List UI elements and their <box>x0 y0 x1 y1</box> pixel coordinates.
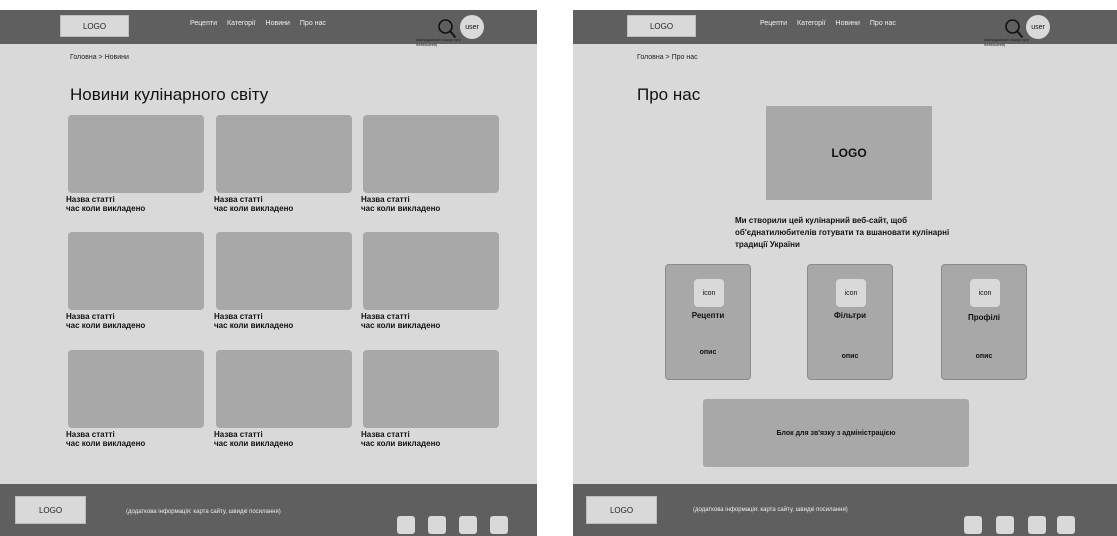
about-page-frame: LOGO Рецепти Категорії Новини Про нас us… <box>573 10 1117 536</box>
footer-info: (додаткова інформація: карта сайту, швид… <box>126 509 281 515</box>
footer: LOGO (додаткова інформація: карта сайту,… <box>0 484 537 536</box>
feature-desc: опис <box>975 353 993 360</box>
card-time: час коли викладено <box>66 321 146 330</box>
card-time: час коли викладено <box>214 321 294 330</box>
news-page-frame: LOGO Рецепти Категорії Новини Про нас us… <box>0 10 537 536</box>
card-title[interactable]: Назва статті <box>214 195 352 204</box>
card-title[interactable]: Назва статті <box>66 195 204 204</box>
card-title[interactable]: Назва статті <box>361 430 499 439</box>
nav-categories[interactable]: Категорії <box>227 20 256 27</box>
news-card[interactable]: Назва статті час коли викладено <box>66 232 204 330</box>
card-image[interactable] <box>68 232 204 310</box>
main-nav: Рецепти Категорії Новини Про нас <box>760 20 896 27</box>
feature-card-profiles[interactable]: icon Профілі опис <box>941 264 1027 380</box>
nav-about[interactable]: Про нас <box>300 20 326 27</box>
search-dropdown-note: (Випадаючий пошук при натисканні) <box>984 37 1029 47</box>
user-avatar[interactable]: user <box>460 15 484 39</box>
feature-desc: опис <box>841 353 859 360</box>
card-image[interactable] <box>363 232 499 310</box>
card-image[interactable] <box>68 115 204 193</box>
breadcrumb: Головна > Новини <box>70 54 129 61</box>
profiles-icon: icon <box>970 279 1000 307</box>
social-icon[interactable] <box>459 516 477 534</box>
header-logo[interactable]: LOGO <box>627 15 696 37</box>
news-card[interactable]: Назва статті час коли викладено <box>214 115 352 213</box>
main-nav: Рецепти Категорії Новини Про нас <box>190 20 326 27</box>
footer: LOGO (додаткова інформація: карта сайту,… <box>573 484 1117 536</box>
card-title[interactable]: Назва статті <box>361 312 499 321</box>
search-dropdown-note: (Випадаючий пошук при натисканні) <box>416 37 461 47</box>
card-title[interactable]: Назва статті <box>66 312 204 321</box>
page-title: Новини кулінарного світу <box>70 85 269 104</box>
footer-logo[interactable]: LOGO <box>15 496 86 524</box>
contact-admin-block[interactable]: Блок для зв'язку з адміністрацією <box>703 399 969 467</box>
feature-label: Фільтри <box>833 311 867 320</box>
news-card[interactable]: Назва статті час коли викладено <box>361 232 499 330</box>
card-time: час коли викладено <box>361 321 441 330</box>
filters-icon: icon <box>836 279 866 307</box>
nav-categories[interactable]: Категорії <box>797 20 826 27</box>
about-description: Ми створили цей кулінарний веб-сайт, щоб… <box>735 216 950 249</box>
nav-about[interactable]: Про нас <box>870 20 896 27</box>
card-image[interactable] <box>68 350 204 428</box>
news-card[interactable]: Назва статті час коли викладено <box>66 115 204 213</box>
card-image[interactable] <box>363 350 499 428</box>
card-title[interactable]: Назва статті <box>361 195 499 204</box>
card-image[interactable] <box>216 115 352 193</box>
nav-news[interactable]: Новини <box>836 20 860 27</box>
feature-label: Профілі <box>967 313 1001 322</box>
news-card[interactable]: Назва статті час коли викладено <box>214 232 352 330</box>
feature-card-filters[interactable]: icon Фільтри опис <box>807 264 893 380</box>
card-image[interactable] <box>216 350 352 428</box>
social-icon[interactable] <box>397 516 415 534</box>
news-card[interactable]: Назва статті час коли викладено <box>214 350 352 448</box>
card-title[interactable]: Назва статті <box>214 430 352 439</box>
news-card[interactable]: Назва статті час коли викладено <box>66 350 204 448</box>
card-time: час коли викладено <box>361 204 441 213</box>
feature-card-recipes[interactable]: icon Рецепти опис <box>665 264 751 380</box>
page-title: Про нас <box>637 85 701 104</box>
card-title[interactable]: Назва статті <box>66 430 204 439</box>
about-logo: LOGO <box>766 106 932 200</box>
card-time: час коли викладено <box>66 439 146 448</box>
nav-recipes[interactable]: Рецепти <box>190 20 217 27</box>
news-card[interactable]: Назва статті час коли викладено <box>361 350 499 448</box>
footer-logo[interactable]: LOGO <box>586 496 657 524</box>
recipes-icon: icon <box>694 279 724 307</box>
card-time: час коли викладено <box>361 439 441 448</box>
card-time: час коли викладено <box>214 204 294 213</box>
user-avatar[interactable]: user <box>1026 15 1050 39</box>
news-card[interactable]: Назва статті час коли викладено <box>361 115 499 213</box>
card-title[interactable]: Назва статті <box>214 312 352 321</box>
feature-label: Рецепти <box>691 311 725 320</box>
footer-info: (додаткова інформація: карта сайту, швид… <box>693 507 848 513</box>
social-icon[interactable] <box>428 516 446 534</box>
card-image[interactable] <box>363 115 499 193</box>
feature-desc: опис <box>699 349 717 356</box>
breadcrumb: Головна > Про нас <box>637 54 698 61</box>
social-icon[interactable] <box>490 516 508 534</box>
nav-recipes[interactable]: Рецепти <box>760 20 787 27</box>
card-time: час коли викладено <box>214 439 294 448</box>
social-icon[interactable] <box>1028 516 1046 534</box>
card-image[interactable] <box>216 232 352 310</box>
social-icon[interactable] <box>996 516 1014 534</box>
header-logo[interactable]: LOGO <box>60 15 129 37</box>
social-icon[interactable] <box>964 516 982 534</box>
nav-news[interactable]: Новини <box>266 20 290 27</box>
social-icon[interactable] <box>1057 516 1075 534</box>
card-time: час коли викладено <box>66 204 146 213</box>
